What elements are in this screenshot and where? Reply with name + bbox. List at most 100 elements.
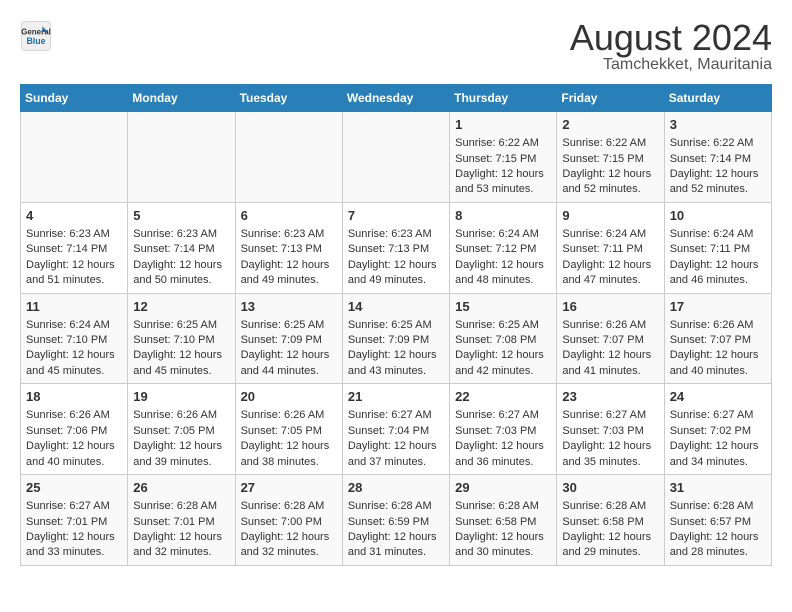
col-friday: Friday <box>557 85 664 112</box>
day-info: and 49 minutes. <box>241 273 337 288</box>
page-subtitle: Tamchekket, Mauritania <box>570 56 772 74</box>
day-number: 5 <box>133 207 229 225</box>
calendar-week-row: 11Sunrise: 6:24 AMSunset: 7:10 PMDayligh… <box>21 293 772 384</box>
col-tuesday: Tuesday <box>235 85 342 112</box>
table-row: 10Sunrise: 6:24 AMSunset: 7:11 PMDayligh… <box>664 202 771 293</box>
day-info: Sunset: 7:07 PM <box>670 333 766 348</box>
day-info: and 37 minutes. <box>348 455 444 470</box>
day-info: Daylight: 12 hours <box>455 348 551 363</box>
day-info: and 42 minutes. <box>455 364 551 379</box>
day-number: 11 <box>26 298 122 316</box>
day-info: Sunrise: 6:24 AM <box>562 227 658 242</box>
day-info: Daylight: 12 hours <box>562 439 658 454</box>
table-row: 2Sunrise: 6:22 AMSunset: 7:15 PMDaylight… <box>557 112 664 203</box>
day-number: 25 <box>26 479 122 497</box>
logo: General Blue <box>20 20 52 52</box>
day-info: Sunset: 7:11 PM <box>670 242 766 257</box>
day-info: and 34 minutes. <box>670 455 766 470</box>
day-info: and 47 minutes. <box>562 273 658 288</box>
day-info: Sunrise: 6:25 AM <box>348 318 444 333</box>
day-info: Sunrise: 6:28 AM <box>241 499 337 514</box>
table-row: 19Sunrise: 6:26 AMSunset: 7:05 PMDayligh… <box>128 384 235 475</box>
day-number: 6 <box>241 207 337 225</box>
day-info: Sunset: 7:14 PM <box>670 152 766 167</box>
table-row: 14Sunrise: 6:25 AMSunset: 7:09 PMDayligh… <box>342 293 449 384</box>
day-number: 4 <box>26 207 122 225</box>
day-info: Sunrise: 6:26 AM <box>241 408 337 423</box>
day-number: 19 <box>133 388 229 406</box>
day-info: Daylight: 12 hours <box>562 348 658 363</box>
calendar-week-row: 1Sunrise: 6:22 AMSunset: 7:15 PMDaylight… <box>21 112 772 203</box>
table-row: 30Sunrise: 6:28 AMSunset: 6:58 PMDayligh… <box>557 475 664 566</box>
day-info: Sunset: 7:08 PM <box>455 333 551 348</box>
table-row: 7Sunrise: 6:23 AMSunset: 7:13 PMDaylight… <box>342 202 449 293</box>
col-saturday: Saturday <box>664 85 771 112</box>
table-row: 25Sunrise: 6:27 AMSunset: 7:01 PMDayligh… <box>21 475 128 566</box>
day-info: Daylight: 12 hours <box>670 348 766 363</box>
day-info: and 44 minutes. <box>241 364 337 379</box>
day-info: and 45 minutes. <box>26 364 122 379</box>
table-row: 12Sunrise: 6:25 AMSunset: 7:10 PMDayligh… <box>128 293 235 384</box>
table-row: 20Sunrise: 6:26 AMSunset: 7:05 PMDayligh… <box>235 384 342 475</box>
table-row: 22Sunrise: 6:27 AMSunset: 7:03 PMDayligh… <box>450 384 557 475</box>
table-row: 21Sunrise: 6:27 AMSunset: 7:04 PMDayligh… <box>342 384 449 475</box>
table-row: 27Sunrise: 6:28 AMSunset: 7:00 PMDayligh… <box>235 475 342 566</box>
day-number: 12 <box>133 298 229 316</box>
day-info: and 41 minutes. <box>562 364 658 379</box>
day-info: Sunset: 7:03 PM <box>455 424 551 439</box>
day-info: and 51 minutes. <box>26 273 122 288</box>
day-info: Sunrise: 6:26 AM <box>670 318 766 333</box>
day-info: Sunrise: 6:23 AM <box>26 227 122 242</box>
day-info: Sunset: 7:01 PM <box>26 515 122 530</box>
day-info: Sunrise: 6:23 AM <box>348 227 444 242</box>
table-row: 26Sunrise: 6:28 AMSunset: 7:01 PMDayligh… <box>128 475 235 566</box>
table-row: 1Sunrise: 6:22 AMSunset: 7:15 PMDaylight… <box>450 112 557 203</box>
day-info: Daylight: 12 hours <box>562 167 658 182</box>
day-info: and 38 minutes. <box>241 455 337 470</box>
day-info: and 49 minutes. <box>348 273 444 288</box>
day-info: Daylight: 12 hours <box>670 530 766 545</box>
day-number: 21 <box>348 388 444 406</box>
day-number: 29 <box>455 479 551 497</box>
table-row: 3Sunrise: 6:22 AMSunset: 7:14 PMDaylight… <box>664 112 771 203</box>
day-number: 28 <box>348 479 444 497</box>
title-section: August 2024 Tamchekket, Mauritania <box>570 20 772 74</box>
day-info: Daylight: 12 hours <box>241 258 337 273</box>
day-number: 15 <box>455 298 551 316</box>
day-info: Sunrise: 6:28 AM <box>133 499 229 514</box>
table-row <box>128 112 235 203</box>
day-info: and 35 minutes. <box>562 455 658 470</box>
table-row: 5Sunrise: 6:23 AMSunset: 7:14 PMDaylight… <box>128 202 235 293</box>
day-info: Sunset: 7:15 PM <box>562 152 658 167</box>
day-info: Sunrise: 6:22 AM <box>455 136 551 151</box>
day-number: 16 <box>562 298 658 316</box>
table-row <box>342 112 449 203</box>
day-info: Sunrise: 6:27 AM <box>670 408 766 423</box>
day-info: Daylight: 12 hours <box>348 439 444 454</box>
day-info: Sunrise: 6:28 AM <box>455 499 551 514</box>
table-row: 18Sunrise: 6:26 AMSunset: 7:06 PMDayligh… <box>21 384 128 475</box>
day-info: Sunset: 7:09 PM <box>241 333 337 348</box>
day-info: Daylight: 12 hours <box>241 439 337 454</box>
day-info: Sunrise: 6:23 AM <box>241 227 337 242</box>
day-info: and 48 minutes. <box>455 273 551 288</box>
table-row: 6Sunrise: 6:23 AMSunset: 7:13 PMDaylight… <box>235 202 342 293</box>
day-info: Daylight: 12 hours <box>348 348 444 363</box>
col-sunday: Sunday <box>21 85 128 112</box>
day-info: Sunset: 7:06 PM <box>26 424 122 439</box>
day-info: Daylight: 12 hours <box>133 348 229 363</box>
day-info: Sunrise: 6:25 AM <box>455 318 551 333</box>
day-info: Sunrise: 6:26 AM <box>26 408 122 423</box>
day-info: and 53 minutes. <box>455 182 551 197</box>
day-info: Daylight: 12 hours <box>26 348 122 363</box>
day-info: Sunrise: 6:28 AM <box>562 499 658 514</box>
day-number: 10 <box>670 207 766 225</box>
day-info: and 29 minutes. <box>562 545 658 560</box>
day-number: 26 <box>133 479 229 497</box>
day-info: Sunrise: 6:27 AM <box>26 499 122 514</box>
day-number: 27 <box>241 479 337 497</box>
day-number: 18 <box>26 388 122 406</box>
day-info: Sunrise: 6:24 AM <box>455 227 551 242</box>
table-row: 13Sunrise: 6:25 AMSunset: 7:09 PMDayligh… <box>235 293 342 384</box>
day-number: 9 <box>562 207 658 225</box>
